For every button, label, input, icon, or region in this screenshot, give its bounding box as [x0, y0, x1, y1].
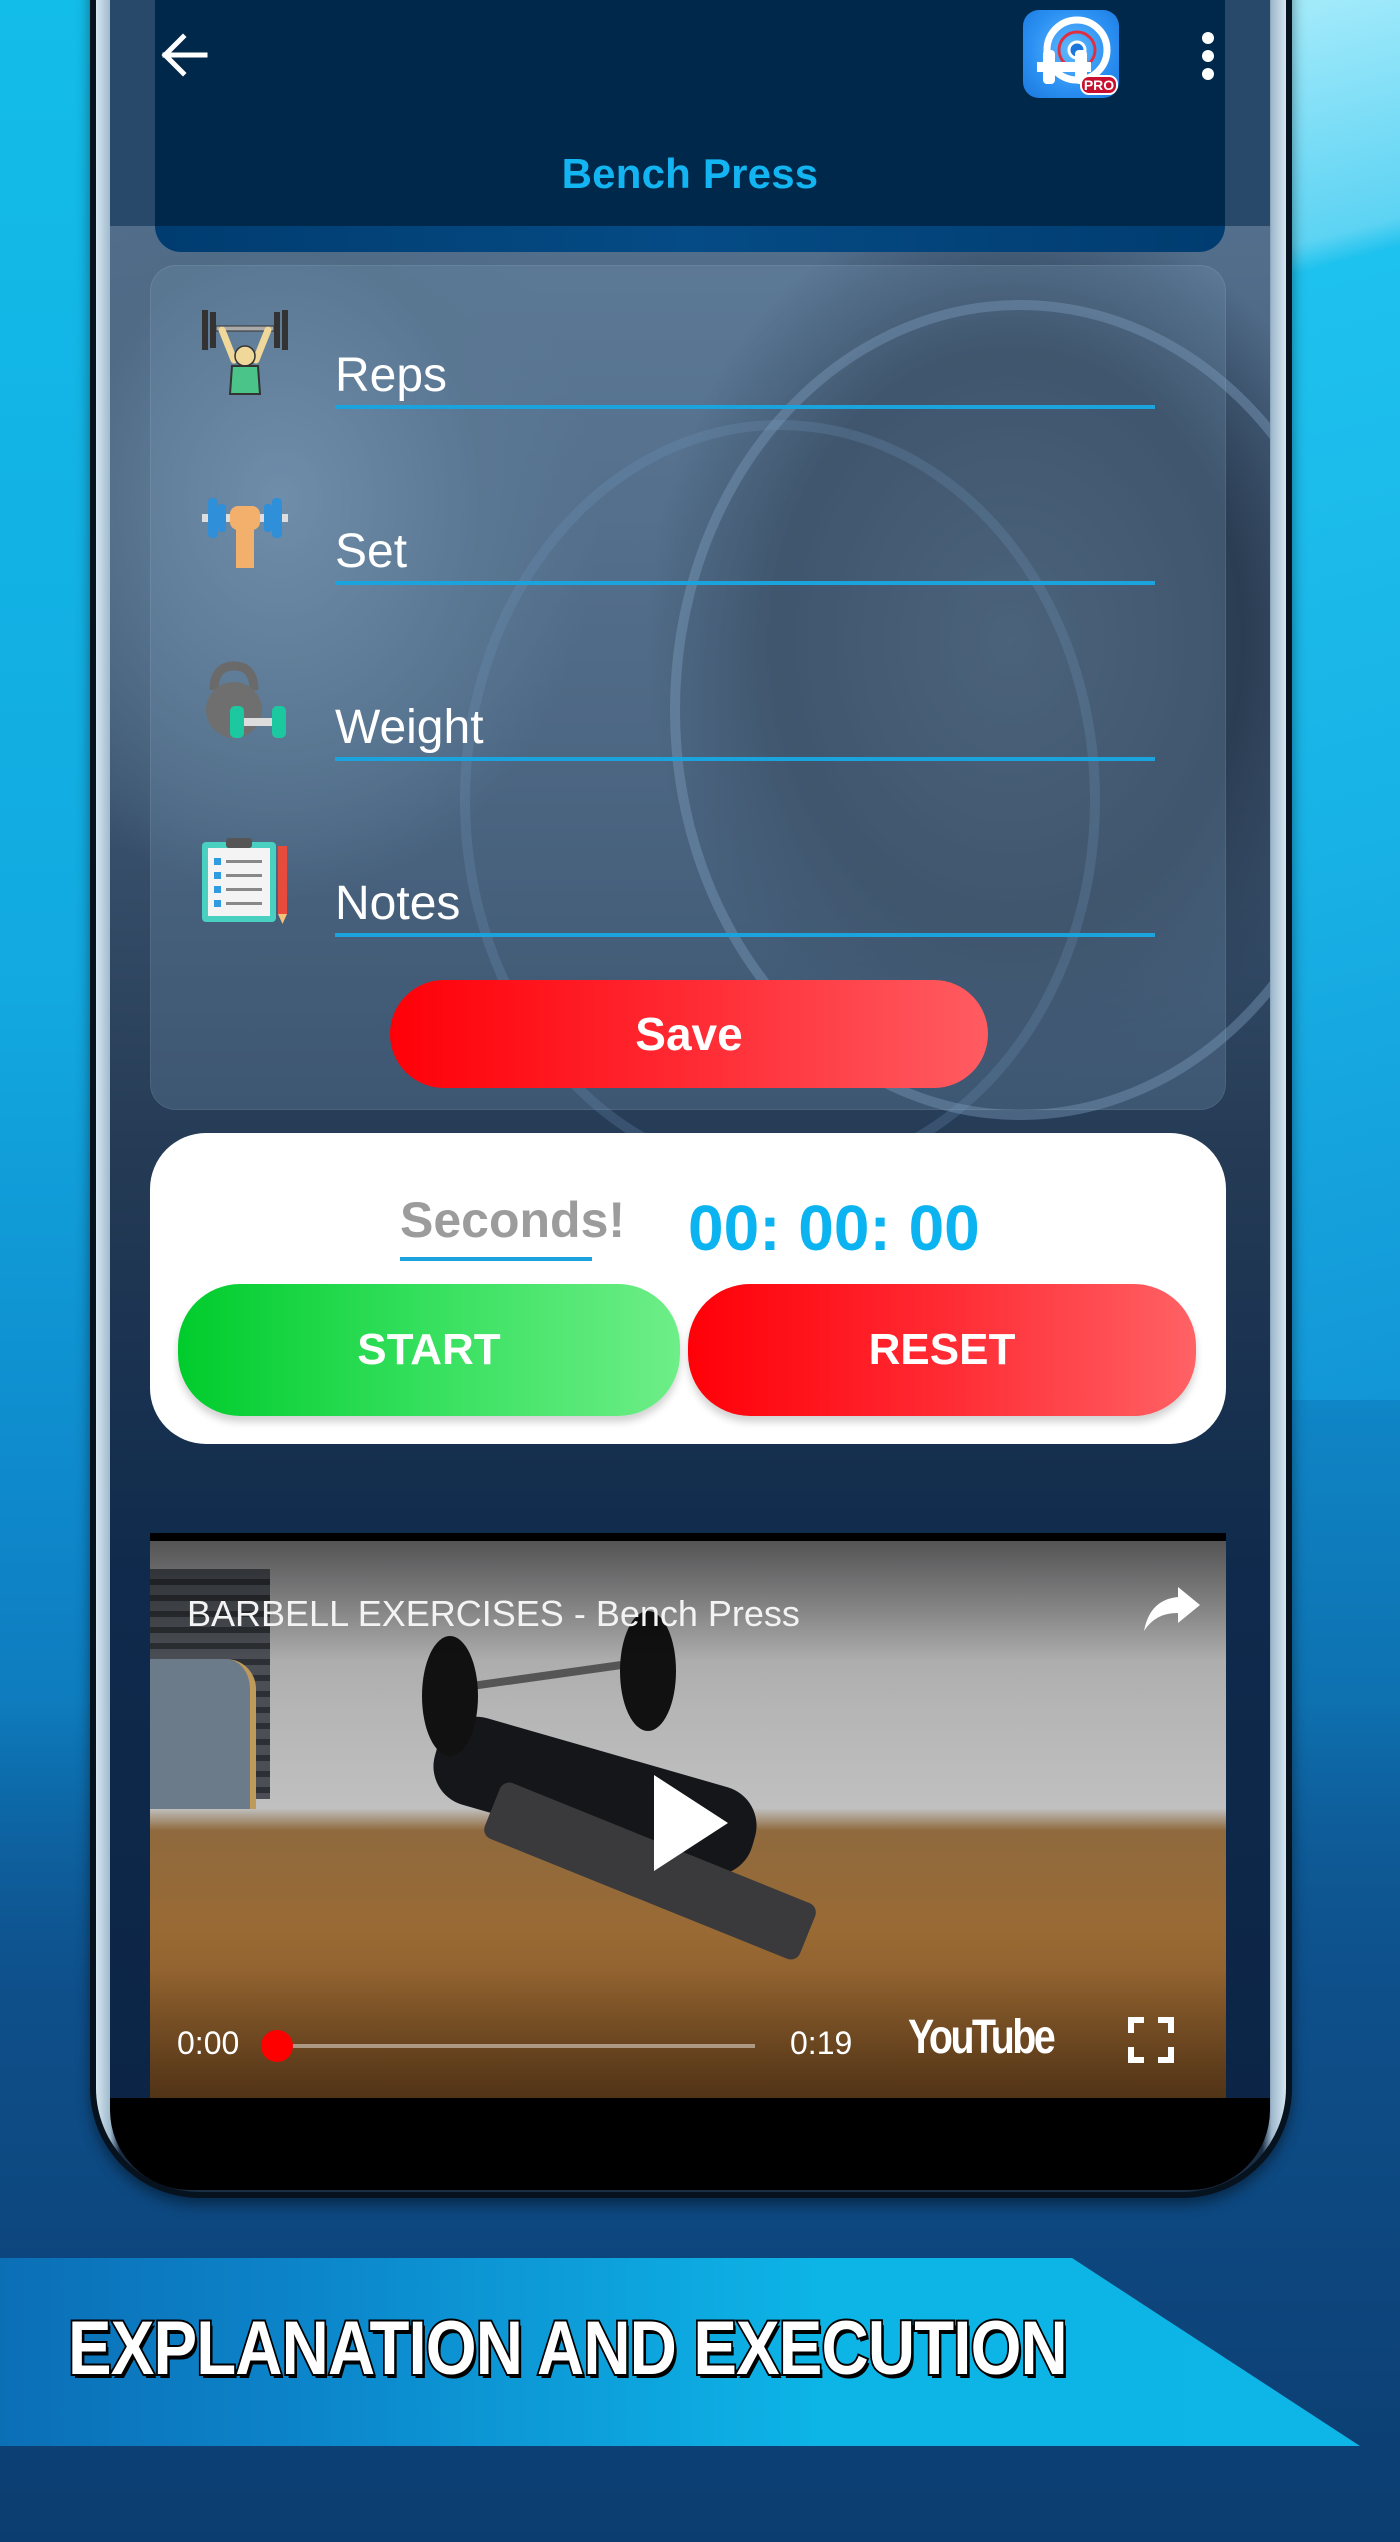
reps-underline — [335, 405, 1155, 409]
set-input[interactable]: Set — [335, 524, 407, 579]
timer-display: 00: 00: 00 — [688, 1192, 980, 1264]
video-scene-box — [150, 1659, 256, 1809]
share-arrow-icon — [1144, 1587, 1200, 1631]
back-button[interactable] — [154, 28, 214, 82]
video-title[interactable]: BARBELL EXERCISES - Bench Press — [187, 1593, 800, 1635]
weightlifter-icon — [202, 310, 288, 395]
workout-log-form: Reps Set Weight Notes Save — [150, 265, 1226, 1110]
phone-screen-bottom — [110, 2098, 1270, 2190]
weight-underline — [335, 757, 1155, 761]
weight-field-row[interactable]: Weight — [150, 660, 1226, 790]
play-icon — [654, 1775, 728, 1871]
progress-scrubber[interactable] — [261, 2030, 293, 2062]
notes-input[interactable]: Notes — [335, 876, 460, 931]
reps-input[interactable]: Reps — [335, 348, 447, 403]
arrow-left-icon — [161, 33, 208, 77]
dumbbell-hand-icon — [202, 498, 288, 568]
pro-badge: PRO — [1084, 77, 1114, 93]
header-bottom-tab — [155, 226, 1225, 252]
current-time: 0:00 — [177, 2025, 240, 2061]
seconds-input[interactable]: Seconds! — [400, 1191, 625, 1261]
notes-underline — [335, 933, 1155, 937]
app-logo-graphic: PRO — [1037, 16, 1118, 95]
save-button[interactable]: Save — [390, 980, 988, 1088]
notes-field-row[interactable]: Notes — [150, 836, 1226, 966]
youtube-video-player[interactable]: BARBELL EXERCISES - Bench Press 0:00 0:1… — [150, 1533, 1226, 2098]
more-vertical-icon — [1202, 32, 1214, 44]
page-title: Bench Press — [561, 150, 819, 197]
youtube-logo[interactable]: YouTube — [908, 2010, 1056, 2065]
reset-button[interactable]: RESET — [688, 1284, 1196, 1416]
progress-track — [275, 2044, 755, 2048]
total-time: 0:19 — [790, 2025, 853, 2061]
set-underline — [335, 581, 1155, 585]
weight-input[interactable]: Weight — [335, 700, 484, 755]
video-progress-bar[interactable] — [261, 2030, 755, 2062]
fullscreen-button[interactable] — [1128, 2017, 1174, 2063]
set-field-row[interactable]: Set — [150, 484, 1226, 614]
promo-banner-text: EXPLANATION AND EXECUTION — [66, 2304, 1069, 2393]
start-button[interactable]: START — [178, 1284, 680, 1416]
more-vertical-icon-dot — [1202, 50, 1214, 62]
play-button[interactable] — [650, 1773, 730, 1873]
app-header: PRO Bench Press — [110, 0, 1270, 226]
rest-timer-card: Seconds! 00: 00: 00 START RESET — [150, 1133, 1226, 1444]
fullscreen-icon — [1128, 2017, 1174, 2063]
app-logo-pro-icon[interactable]: PRO — [1023, 10, 1119, 98]
kettlebell-dumbbell-icon — [206, 661, 286, 738]
reps-field-row[interactable]: Reps — [150, 308, 1226, 438]
more-options-button[interactable] — [1190, 28, 1226, 84]
more-vertical-icon-dot — [1202, 68, 1214, 80]
share-button[interactable] — [1140, 1583, 1204, 1633]
app-screen: PRO Bench Press Reps Set Weight Notes Sa… — [110, 0, 1270, 2098]
video-bottom-gradient — [150, 1968, 1226, 2098]
clipboard-pencil-icon — [202, 838, 287, 924]
